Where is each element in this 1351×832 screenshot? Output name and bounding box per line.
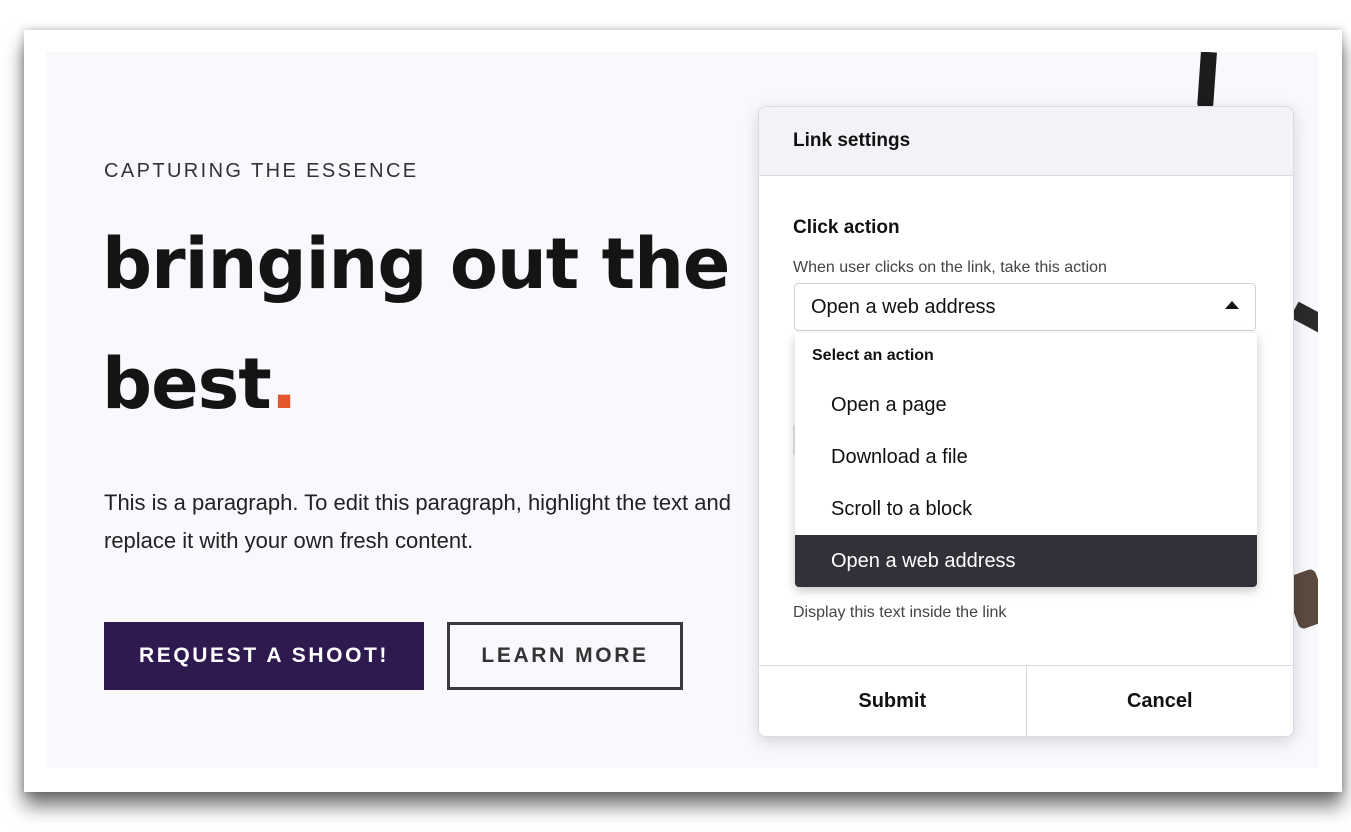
dropdown-header: Select an action	[812, 347, 934, 364]
action-dropdown-menu: Select an action Open a page Download a …	[795, 333, 1257, 587]
select-value: Open a web address	[811, 295, 996, 318]
camera-strap-image	[1197, 52, 1217, 109]
caret-up-icon	[1225, 301, 1239, 309]
dialog-title: Link settings	[759, 107, 1293, 176]
option-download-file[interactable]: Download a file	[795, 431, 1257, 483]
eyebrow-text: CAPTURING THE ESSENCE	[104, 160, 419, 182]
hero-headline: bringing out the best.	[102, 204, 802, 444]
option-scroll-to-block[interactable]: Scroll to a block	[795, 483, 1257, 535]
headline-accent-dot: .	[270, 343, 298, 425]
option-open-page[interactable]: Open a page	[795, 379, 1257, 431]
option-open-web-address[interactable]: Open a web address	[795, 535, 1257, 587]
click-action-select[interactable]: Open a web address	[794, 283, 1256, 331]
link-settings-dialog: Link settings Click action When user cli…	[758, 106, 1294, 737]
request-shoot-button[interactable]: REQUEST A SHOOT!	[104, 622, 424, 690]
cancel-button[interactable]: Cancel	[1025, 666, 1293, 736]
hero-paragraph[interactable]: This is a paragraph. To edit this paragr…	[104, 484, 784, 560]
link-text-help: Display this text inside the link	[793, 604, 1007, 621]
click-action-help: When user clicks on the link, take this …	[793, 259, 1107, 276]
camera-strap-image	[1290, 301, 1318, 337]
submit-button[interactable]: Submit	[759, 666, 1026, 736]
learn-more-button[interactable]: LEARN MORE	[447, 622, 683, 690]
headline-text: bringing out the best	[102, 223, 730, 425]
click-action-label: Click action	[793, 217, 900, 238]
dialog-footer: Submit Cancel	[759, 665, 1293, 736]
